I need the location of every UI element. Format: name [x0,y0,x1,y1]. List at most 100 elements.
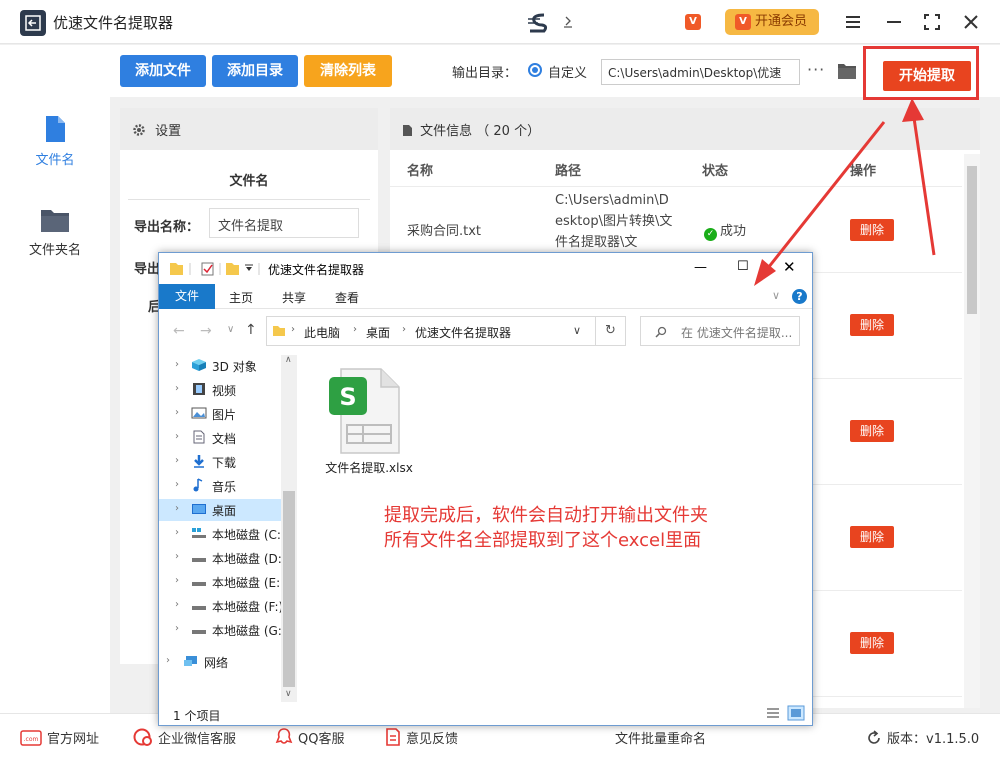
scrollbar-thumb[interactable] [967,166,977,314]
refresh-icon[interactable]: ↻ [596,316,626,346]
menu-icon[interactable] [843,12,863,32]
address-box[interactable]: › 此电脑 › 桌面 › 优速文件名提取器 ∨ [266,316,596,346]
tree-item-drive-e[interactable]: › 本地磁盘 (E: [159,571,281,593]
row-file-path: C:\Users\admin\Desktop\图片转换\文件名提取器\文 [555,193,673,250]
scroll-up-icon[interactable]: ∧ [285,355,292,365]
maximize-icon[interactable] [922,12,942,32]
add-dir-button[interactable]: 添加目录 [212,55,298,87]
tab-home[interactable]: 主页 [229,289,253,306]
explorer-nav-pane: › 3D 对象 › 视频 › 图片 › 文档 › 下载 › 音乐 › 桌面 › 本地磁盘 (C:… [159,355,297,702]
tree-item-pictures[interactable]: › 图片 [159,403,281,425]
drive-icon [192,606,206,610]
tree-item-3d-objects[interactable]: › 3D 对象 [159,355,281,377]
qq-icon [275,728,293,750]
large-icons-view-icon[interactable] [787,705,805,721]
wechat-icon [133,728,153,750]
explorer-title: 优速文件名提取器 [268,263,365,277]
forward-icon[interactable]: → [200,323,212,339]
clear-list-button[interactable]: 清除列表 [304,55,392,87]
delete-button[interactable]: 删除 [850,219,894,241]
custom-radio[interactable] [528,63,542,77]
feedback-link[interactable]: 意见反馈 [385,728,458,750]
explorer-minimize-icon[interactable]: — [694,260,707,275]
open-folder-icon[interactable] [837,62,857,84]
music-icon [193,478,203,492]
tree-item-drive-c[interactable]: › 本地磁盘 (C: [159,523,281,545]
qq-support-link[interactable]: QQ客服 [275,728,344,750]
tree-item-music[interactable]: › 音乐 [159,475,281,497]
tree-item-network[interactable]: › 网络 [159,651,281,673]
version-info: 版本：v1.1.5.0 [866,728,979,750]
crumb-this-pc[interactable]: 此电脑 [304,324,340,341]
tab-view[interactable]: 查看 [335,289,359,306]
crumb-separator-icon: › [353,324,357,335]
tree-item-drive-d[interactable]: › 本地磁盘 (D: [159,547,281,569]
tree-item-desktop[interactable]: › 桌面 [159,499,281,521]
tab-file[interactable]: 文件 [159,284,215,309]
custom-radio-label[interactable]: 自定义 [548,62,587,81]
refresh-icon [866,730,882,750]
back-icon[interactable]: ← [173,323,185,339]
item-count: 1 个项目 [173,709,221,723]
file-list-scrollbar[interactable] [964,154,980,708]
vip-icon[interactable]: V [685,14,701,30]
address-dropdown-icon[interactable]: ∨ [573,324,581,337]
ribbon-expand-icon[interactable]: ∨ [772,289,780,302]
cube-icon [192,359,206,371]
delete-button[interactable]: 删除 [850,632,894,654]
recent-chevron-icon[interactable]: ∨ [227,324,234,335]
tree-item-videos[interactable]: › 视频 [159,379,281,401]
export-field-label: 导出 [134,262,161,277]
output-dir-label: 输出目录： [452,66,518,81]
crumb-desktop[interactable]: 桌面 [366,324,390,341]
nav-item-filename[interactable]: 文件名 [0,115,110,195]
xlsx-file-icon[interactable]: S [327,367,403,457]
xlsx-file-name[interactable]: 文件名提取.xlsx [325,459,413,476]
close-icon[interactable] [961,12,981,32]
nav-pane-scrollbar[interactable]: ∧ ∨ [281,355,297,702]
export-name-label: 导出名称： [134,220,200,235]
wechat-support-link[interactable]: 企业微信客服 [133,728,236,750]
feedback-icon [385,728,401,750]
website-link[interactable]: .com 官方网址 [20,728,99,750]
tree-item-drive-f[interactable]: › 本地磁盘 (F:) [159,595,281,617]
minimize-icon[interactable] [884,12,904,32]
explorer-close-icon[interactable]: ✕ [783,258,796,276]
tree-item-downloads[interactable]: › 下载 [159,451,281,473]
more-options-button[interactable]: ··· [807,60,825,79]
document-icon [402,124,413,141]
tree-item-drive-g[interactable]: › 本地磁盘 (G: [159,619,281,641]
explorer-ribbon: 文件 主页 共享 查看 ∨ ? [159,284,812,309]
search-icon [655,326,667,338]
nav-item-foldername[interactable]: 文件夹名 [0,207,110,287]
vip-button[interactable]: V 开通会员 [725,9,819,35]
quick-access-icons[interactable] [168,261,263,277]
output-path-input[interactable]: C:\Users\admin\Desktop\优速 [601,59,800,85]
toolbar: 添加文件 添加目录 清除列表 输出目录： 自定义 C:\Users\admin\… [110,45,1000,100]
left-nav: 文件名 文件夹名 [0,45,110,713]
delete-button[interactable]: 删除 [850,420,894,442]
explorer-maximize-icon[interactable]: ☐ [737,259,749,274]
delete-button[interactable]: 删除 [850,314,894,336]
export-name-input[interactable]: 文件名提取 [209,208,359,238]
crumb-separator-icon: › [291,324,295,335]
details-view-icon[interactable] [765,706,781,720]
tab-share[interactable]: 共享 [282,289,306,306]
up-icon[interactable]: ↑ [245,322,257,338]
column-header-status: 状态 [702,164,729,179]
crumb-separator-icon: › [402,324,406,335]
tree-item-documents[interactable]: › 文档 [159,427,281,449]
add-file-button[interactable]: 添加文件 [120,55,206,87]
delete-button[interactable]: 删除 [850,526,894,548]
explorer-title-bar: 优速文件名提取器 — ☐ ✕ [159,253,812,284]
row-file-name: 采购合同.txt [407,224,482,239]
nav-scrollbar-thumb[interactable] [283,491,295,687]
drive-icon [192,558,206,562]
crumb-current-folder[interactable]: 优速文件名提取器 [415,324,511,341]
drive-icon [192,582,206,586]
scroll-down-icon[interactable]: ∨ [285,689,292,699]
start-extract-button[interactable]: 开始提取 [883,61,971,91]
batch-rename-link[interactable]: 文件批量重命名 [615,728,706,747]
table-divider [390,186,962,187]
help-icon[interactable]: ? [792,289,807,304]
